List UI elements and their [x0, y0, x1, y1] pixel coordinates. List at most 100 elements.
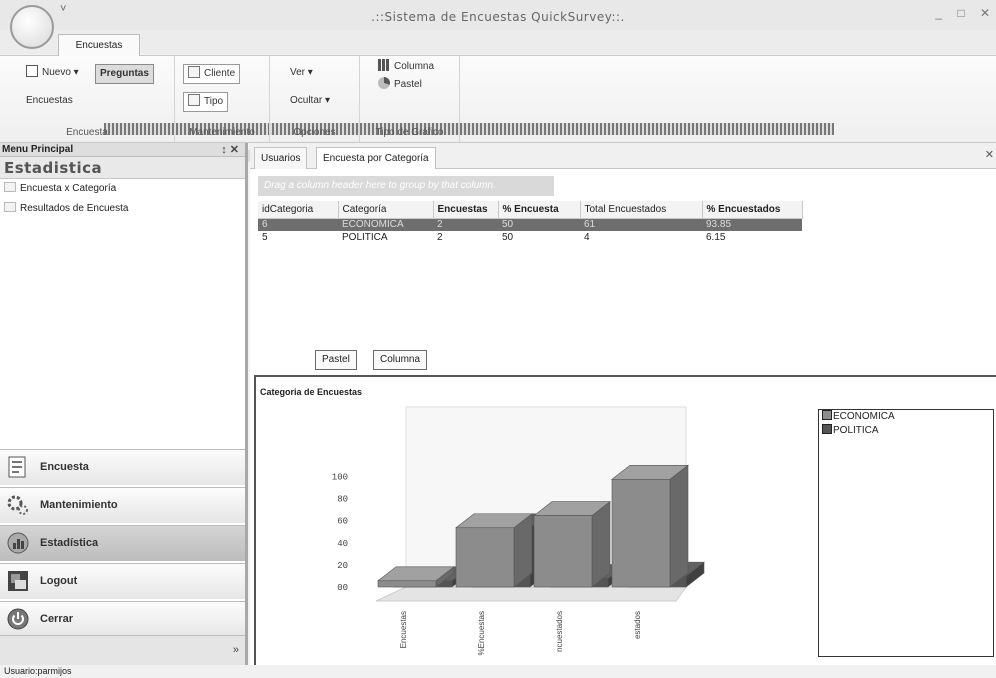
menu-item-encuesta-x-categoria[interactable]: Encuesta x Categoría	[0, 179, 245, 199]
table-cell: 50	[498, 218, 580, 231]
pastel-button[interactable]: Pastel	[315, 350, 357, 370]
column-header-encuestas[interactable]: Encuestas	[433, 201, 499, 219]
bar-economica-2-side	[591, 500, 611, 588]
column-header-pct-encuestados[interactable]: % Encuestados	[702, 201, 803, 219]
tipo-button[interactable]: Tipo	[183, 92, 229, 112]
minimize-button[interactable]: _	[935, 6, 942, 20]
menu-item-label: Encuesta x Categoría	[20, 183, 117, 194]
nav-button-encuesta[interactable]: Encuesta	[0, 449, 245, 485]
table-cell: 93.85	[702, 218, 802, 231]
ocultar-dropdown[interactable]: Ocultar ▾	[286, 92, 334, 112]
group-label-mantenimiento: Mantenimiento	[189, 127, 255, 138]
column-header-categoria[interactable]: Categoría	[338, 201, 434, 219]
gears-icon	[7, 495, 28, 515]
legend-swatch	[822, 424, 832, 434]
columna-button[interactable]: Columna	[373, 350, 428, 370]
nav-button-cerrar[interactable]: Cerrar	[0, 601, 245, 637]
ribbon-group-opciones: Ver ▾ Ocultar ▾ Opciones	[270, 56, 360, 142]
nuevo-button[interactable]: Nuevo ▾	[22, 64, 83, 84]
bar-economica-1	[455, 527, 515, 588]
y-tick-label: 20	[337, 561, 348, 571]
table-cell: 50	[502, 232, 514, 243]
survey-clipboard-icon	[8, 456, 26, 478]
statistics-icon	[7, 532, 29, 554]
document-tabs: Usuarios Encuesta por Categoría ✕	[250, 143, 996, 169]
pastel-label: Pastel	[394, 79, 422, 90]
y-tick-label: 80	[337, 495, 348, 505]
nav-label: Cerrar	[40, 613, 74, 625]
legend-label: ECONOMICA	[833, 411, 895, 422]
menu-panel-title: Menu Principal	[2, 144, 74, 155]
ver-label: Ver	[290, 67, 306, 78]
ribbon-tab-encuestas[interactable]: Encuestas	[58, 34, 140, 56]
ribbon-tab-row	[0, 30, 996, 54]
table-cell: 2	[437, 232, 443, 243]
chart-floor	[375, 586, 687, 602]
column-header-idcategoria[interactable]: idCategoria	[258, 201, 339, 219]
group-label-tipo-grafico: Tipo de Gráfico	[375, 127, 444, 138]
configure-buttons-chevron-icon[interactable]: »	[233, 644, 239, 656]
bar-economica-2	[533, 515, 593, 588]
nav-button-estadistica[interactable]: Estadística	[0, 525, 245, 561]
main-menu-panel: Menu Principal ↕ ✕ Estadistica Encuesta …	[0, 143, 248, 665]
bar-economica-3	[611, 478, 671, 588]
panel-pin-close-buttons[interactable]: ↕ ✕	[221, 143, 239, 157]
encuestas-button[interactable]: Encuestas	[22, 92, 760, 162]
encuestas-label: Encuestas	[26, 95, 73, 106]
title-bar: ˅ .::Sistema de Encuestas QuickSurvey::.…	[0, 0, 996, 30]
column-header-total-encuestados[interactable]: Total Encuestados	[580, 201, 703, 219]
nav-label: Encuesta	[40, 461, 89, 473]
chart-panel: Categoria de Encuestas 00 20 40 60 80 100 Encu…	[254, 375, 996, 665]
chart-legend: ECONOMICA POLITICA	[818, 409, 994, 657]
legend-label: POLITICA	[833, 425, 879, 436]
nav-button-logout[interactable]: Logout	[0, 563, 245, 599]
tab-usuarios[interactable]: Usuarios	[254, 147, 308, 169]
nuevo-label: Nuevo	[42, 67, 71, 78]
table-cell: POLITICA	[342, 232, 388, 243]
application-orb-button[interactable]	[10, 5, 54, 49]
window-controls: _ □ ✕	[923, 6, 990, 20]
ver-dropdown[interactable]: Ver ▾	[286, 64, 317, 84]
table-cell: 61	[580, 218, 702, 231]
power-icon	[7, 608, 29, 630]
x-tick-label: Encuestas	[399, 611, 408, 648]
menu-item-resultados-de-encuesta[interactable]: Resultados de Encuesta	[0, 199, 245, 219]
column-chart-icon	[378, 59, 390, 71]
x-tick-label: ncuestados	[555, 611, 564, 652]
close-window-button[interactable]: ✕	[980, 6, 990, 20]
new-document-icon	[26, 65, 38, 77]
ribbon-group-encuesta: Nuevo ▾ Preguntas Encuestas Encuesta	[0, 56, 834, 162]
maximize-button[interactable]: □	[957, 6, 964, 20]
cliente-button[interactable]: Cliente	[183, 64, 241, 84]
preguntas-button[interactable]: Preguntas	[95, 64, 834, 135]
group-by-panel[interactable]: Drag a column header here to group by th…	[258, 176, 554, 196]
type-icon	[188, 94, 200, 106]
window-title: .::Sistema de Encuestas QuickSurvey::.	[371, 10, 625, 24]
column-header-pct-encuesta[interactable]: % Encuesta	[498, 201, 581, 219]
chart-item-icon	[4, 182, 16, 192]
pie-chart-icon	[378, 77, 390, 89]
preguntas-label: Preguntas	[100, 68, 149, 79]
table-cell: 6.15	[706, 232, 726, 243]
column-chart-3d: 00 20 40 60 80 100 Encuestas %Encuestas ncuestad…	[332, 406, 705, 655]
table-row[interactable]: 5 POLITICA 2 50 4 6.15	[258, 231, 802, 244]
y-tick-label: 40	[337, 539, 348, 549]
legend-item-politica: POLITICA	[819, 424, 993, 438]
y-tick-label: 100	[332, 473, 348, 483]
ribbon-group-tipo-grafico: Columna Pastel Tipo de Gráfico	[360, 56, 460, 142]
nav-button-mantenimiento[interactable]: Mantenimiento	[0, 487, 245, 523]
columna-chart-button[interactable]: Columna	[374, 58, 438, 78]
legend-item-economica: ECONOMICA	[819, 410, 993, 424]
tipo-label: Tipo	[204, 96, 224, 107]
table-row[interactable]: 6 ECONOMICA 2 50 61 93.85	[258, 218, 802, 231]
x-tick-label: estados	[633, 611, 642, 639]
close-tab-icon[interactable]: ✕	[985, 148, 994, 161]
x-tick-label: %Encuestas	[477, 611, 486, 655]
tab-encuesta-por-categoria[interactable]: Encuesta por Categoría	[316, 147, 436, 169]
data-grid: idCategoria Categoría Encuestas % Encues…	[258, 201, 988, 244]
pastel-chart-button[interactable]: Pastel	[374, 76, 426, 96]
menu-panel-header: Menu Principal ↕ ✕	[0, 143, 245, 157]
client-icon	[188, 66, 200, 78]
ribbon: Nuevo ▾ Preguntas Encuestas Encuesta Cli…	[0, 55, 996, 162]
nav-label: Mantenimiento	[40, 499, 118, 511]
